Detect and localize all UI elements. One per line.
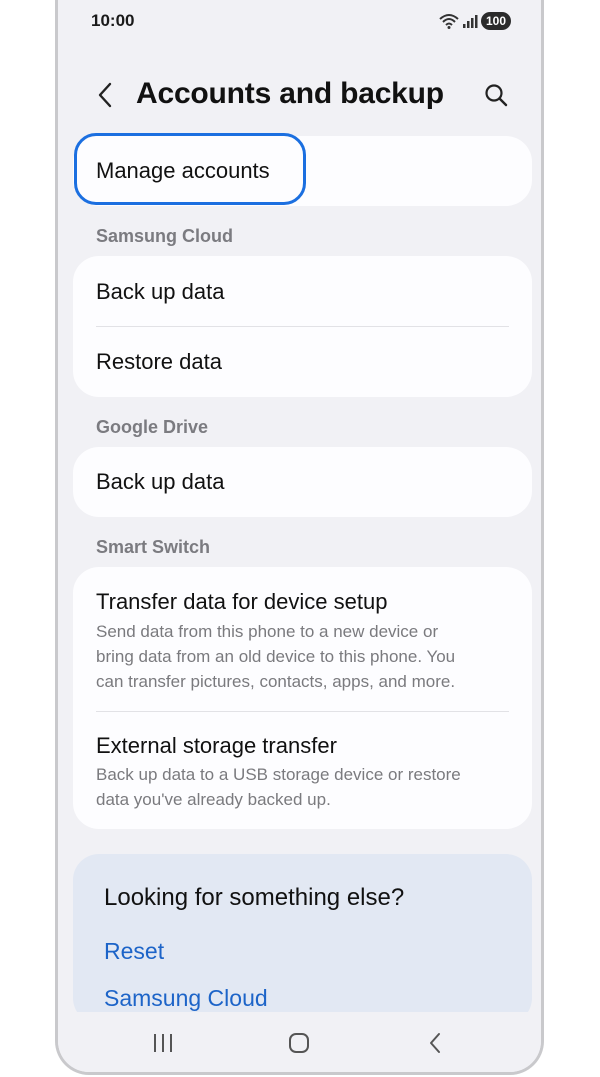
samsung-backup-data-item[interactable]: Back up data	[73, 256, 532, 326]
google-backup-data-item[interactable]: Back up data	[73, 447, 532, 517]
google-drive-card: Back up data	[73, 447, 532, 517]
samsung-backup-data-label: Back up data	[96, 279, 225, 304]
samsung-cloud-card: Back up data Restore data	[73, 256, 532, 397]
transfer-data-title: Transfer data for device setup	[96, 589, 388, 614]
external-storage-description: Back up data to a USB storage device or …	[96, 762, 507, 812]
search-icon	[485, 84, 508, 107]
samsung-restore-data-label: Restore data	[96, 349, 222, 374]
back-nav-button[interactable]	[415, 1026, 455, 1060]
phone-frame: 10:00 100 Accounts and backup Manage acc…	[55, 0, 544, 1075]
google-backup-data-label: Back up data	[96, 469, 225, 494]
battery-badge: 100	[480, 12, 511, 30]
description-line: data you've already backed up.	[96, 790, 331, 809]
section-header-smart-switch: Smart Switch	[96, 537, 211, 557]
samsung-restore-data-item[interactable]: Restore data	[73, 327, 532, 397]
status-icons: 100	[439, 11, 511, 31]
description-line: bring data from an old device to this ph…	[96, 647, 456, 666]
page-title: Accounts and backup	[136, 77, 444, 110]
external-storage-title: External storage transfer	[96, 733, 337, 758]
recent-apps-button[interactable]	[143, 1026, 183, 1060]
navigation-bar	[58, 1012, 541, 1072]
transfer-data-item[interactable]: Transfer data for device setup Send data…	[73, 567, 532, 711]
transfer-data-description: Send data from this phone to a new devic…	[96, 619, 507, 694]
back-button[interactable]	[90, 78, 120, 112]
home-icon	[289, 1033, 309, 1053]
reset-link[interactable]: Reset	[104, 938, 164, 965]
recent-apps-icon	[154, 1034, 172, 1052]
description-line: Send data from this phone to a new devic…	[96, 622, 439, 641]
section-header-samsung-cloud: Samsung Cloud	[96, 226, 234, 246]
looking-for-something-else-card: Looking for something else? Reset Samsun…	[73, 854, 532, 1024]
description-line: Back up data to a USB storage device or …	[96, 765, 461, 784]
wifi-icon	[439, 14, 459, 29]
status-bar: 10:00 100	[58, 0, 541, 40]
section-header-google-drive: Google Drive	[96, 417, 209, 437]
looking-title: Looking for something else?	[104, 884, 405, 911]
smart-switch-card: Transfer data for device setup Send data…	[73, 567, 532, 829]
highlight-ring	[74, 133, 306, 205]
description-line: can transfer pictures, contacts, apps, a…	[96, 672, 456, 691]
external-storage-transfer-item[interactable]: External storage transfer Back up data t…	[73, 712, 532, 829]
back-icon	[430, 1033, 440, 1053]
search-button[interactable]	[479, 78, 513, 112]
status-time: 10:00	[91, 11, 135, 30]
home-button[interactable]	[279, 1026, 319, 1060]
chevron-left-icon	[98, 82, 112, 108]
signal-icon	[462, 15, 478, 28]
app-header: Accounts and backup	[58, 62, 541, 128]
samsung-cloud-link[interactable]: Samsung Cloud	[104, 985, 268, 1012]
